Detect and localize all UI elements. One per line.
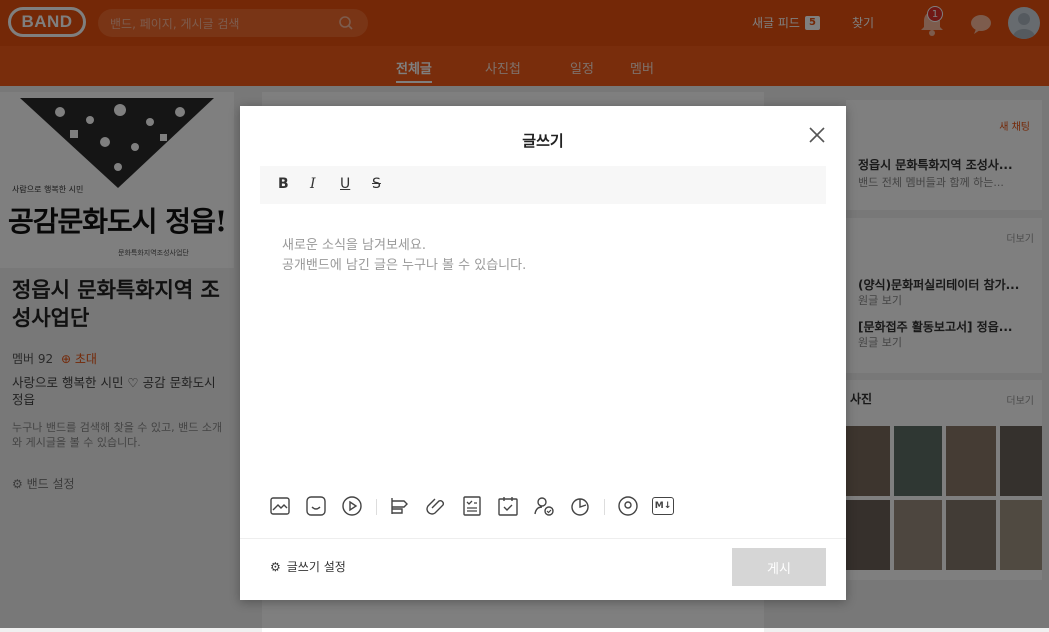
image-icon[interactable]: [268, 494, 292, 518]
toolbar-divider: [376, 499, 377, 515]
write-settings-button[interactable]: ⚙ 글쓰기 설정: [270, 558, 346, 575]
dialog-divider: [240, 538, 846, 539]
toolbar-divider: [604, 499, 605, 515]
timer-icon[interactable]: [568, 494, 592, 518]
location-icon[interactable]: [616, 494, 640, 518]
strikethrough-button[interactable]: S: [372, 176, 381, 192]
dialog-title: 글쓰기: [522, 132, 564, 150]
checklist-icon[interactable]: [460, 494, 484, 518]
post-body-input[interactable]: 새로운 소식을 남겨보세요. 공개밴드에 남긴 글은 누구나 볼 수 있습니다.: [282, 236, 526, 276]
format-toolbar: B I U S: [260, 166, 826, 204]
close-icon[interactable]: [806, 124, 828, 146]
schedule-icon[interactable]: [496, 494, 520, 518]
underline-button[interactable]: U: [340, 176, 350, 192]
sticker-icon[interactable]: [304, 494, 328, 518]
gear-icon: ⚙: [270, 559, 281, 574]
italic-button[interactable]: I: [310, 176, 316, 192]
placeholder-line-1: 새로운 소식을 남겨보세요.: [282, 238, 426, 253]
write-post-dialog: 글쓰기 B I U S 새로운 소식을 남겨보세요. 공개밴드에 남긴 글은 누…: [240, 106, 846, 600]
bold-button[interactable]: B: [278, 176, 289, 192]
placeholder-line-2: 공개밴드에 남긴 글은 누구나 볼 수 있습니다.: [282, 258, 527, 273]
video-icon[interactable]: [340, 494, 364, 518]
attachment-toolbar: M↓: [268, 494, 708, 522]
vote-user-icon[interactable]: [532, 494, 556, 518]
post-button[interactable]: 게시: [732, 548, 826, 586]
write-settings-label: 글쓰기 설정: [286, 560, 346, 574]
attachment-icon[interactable]: [424, 494, 448, 518]
text-align-icon[interactable]: [388, 494, 412, 518]
markdown-icon[interactable]: M↓: [652, 497, 674, 515]
